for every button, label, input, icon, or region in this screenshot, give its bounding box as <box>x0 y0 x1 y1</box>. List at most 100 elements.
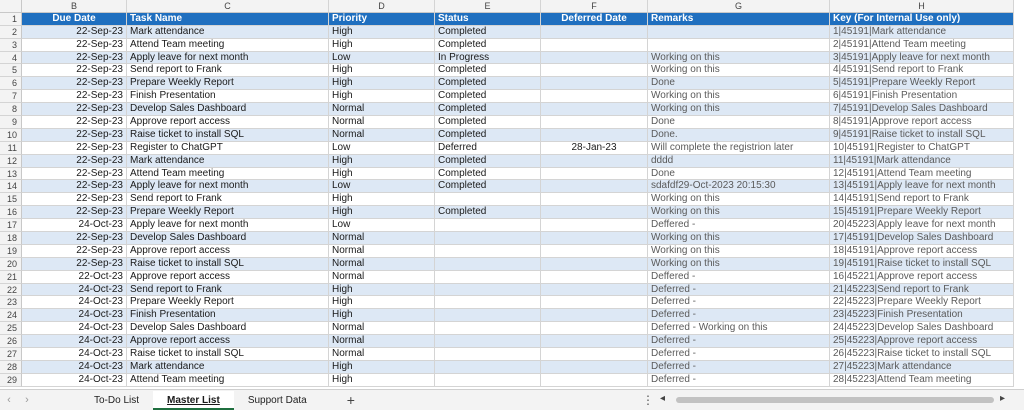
cell-status[interactable] <box>435 219 541 233</box>
cell-due-date[interactable]: 24-Oct-23 <box>22 283 127 297</box>
cell-key[interactable]: 1|45191|Mark attendance <box>830 25 1014 39</box>
cell-deferred-date[interactable] <box>541 219 648 233</box>
cell-remarks[interactable]: Working on this <box>648 103 830 117</box>
row-number[interactable]: 23 <box>0 296 22 310</box>
cell-status[interactable]: Completed <box>435 206 541 220</box>
cell-deferred-date[interactable] <box>541 193 648 207</box>
cell-key[interactable]: 2|45191|Attend Team meeting <box>830 38 1014 52</box>
cell-status[interactable]: Completed <box>435 167 541 181</box>
row-number[interactable]: 25 <box>0 322 22 336</box>
cell-remarks[interactable]: Done <box>648 167 830 181</box>
row-number[interactable]: 6 <box>0 77 22 91</box>
chevron-left-icon[interactable]: ‹ <box>0 394 18 406</box>
row-number[interactable]: 29 <box>0 373 22 387</box>
tab-to-do-list[interactable]: To-Do List <box>80 391 153 410</box>
cell-priority[interactable]: Normal <box>329 103 435 117</box>
cell-task-name[interactable]: Raise ticket to install SQL <box>127 128 329 142</box>
cell-deferred-date[interactable] <box>541 167 648 181</box>
column-header-g[interactable]: G <box>648 0 830 13</box>
cell-key[interactable]: 22|45223|Prepare Weekly Report <box>830 296 1014 310</box>
cell-task-name[interactable]: Finish Presentation <box>127 90 329 104</box>
cell-remarks[interactable]: Deferred - <box>648 309 830 323</box>
cell-deferred-date[interactable] <box>541 360 648 374</box>
cell-task-name[interactable]: Attend Team meeting <box>127 373 329 387</box>
cell-remarks[interactable]: Done <box>648 116 830 129</box>
cell-remarks[interactable]: Done <box>648 77 830 91</box>
cell-remarks[interactable]: Deferred - <box>648 360 830 374</box>
cell-status[interactable]: Completed <box>435 90 541 104</box>
row-number[interactable]: 16 <box>0 206 22 220</box>
cell-status[interactable] <box>435 283 541 297</box>
row-number[interactable]: 15 <box>0 193 22 207</box>
row-number[interactable]: 21 <box>0 270 22 284</box>
cell-deferred-date[interactable]: 28-Jan-23 <box>541 141 648 155</box>
cell-priority[interactable]: Low <box>329 219 435 233</box>
cell-remarks[interactable]: Working on this <box>648 51 830 65</box>
cell-priority[interactable]: High <box>329 296 435 310</box>
cell-due-date[interactable]: 22-Sep-23 <box>22 90 127 104</box>
cell-deferred-date[interactable] <box>541 51 648 65</box>
cell-key[interactable]: 16|45221|Approve report access <box>830 270 1014 284</box>
header-task-name[interactable]: Task Name <box>127 12 329 26</box>
cell-deferred-date[interactable] <box>541 283 648 297</box>
cell-remarks[interactable]: Working on this <box>648 257 830 271</box>
cell-remarks[interactable]: Deffered - <box>648 270 830 284</box>
cell-due-date[interactable]: 22-Oct-23 <box>22 270 127 284</box>
cell-key[interactable]: 11|45191|Mark attendance <box>830 154 1014 168</box>
cell-task-name[interactable]: Apply leave for next month <box>127 219 329 233</box>
cell-key[interactable]: 26|45223|Raise ticket to install SQL <box>830 348 1014 361</box>
cell-status[interactable] <box>435 193 541 207</box>
row-number[interactable]: 13 <box>0 167 22 181</box>
cell-task-name[interactable]: Register to ChatGPT <box>127 141 329 155</box>
cell-key[interactable]: 18|45191|Approve report access <box>830 244 1014 258</box>
scroll-right-icon[interactable]: ▸ <box>1000 393 1005 404</box>
row-number[interactable]: 17 <box>0 219 22 233</box>
cell-task-name[interactable]: Develop Sales Dashboard <box>127 322 329 336</box>
cell-task-name[interactable]: Prepare Weekly Report <box>127 296 329 310</box>
column-header-f[interactable]: F <box>541 0 648 13</box>
row-number[interactable]: 3 <box>0 38 22 52</box>
cell-priority[interactable]: Low <box>329 51 435 65</box>
cell-status[interactable] <box>435 270 541 284</box>
cell-status[interactable]: Completed <box>435 128 541 142</box>
row-number[interactable]: 27 <box>0 348 22 361</box>
tab-support-data[interactable]: Support Data <box>234 391 321 410</box>
cell-task-name[interactable]: Develop Sales Dashboard <box>127 232 329 245</box>
row-number[interactable]: 11 <box>0 141 22 155</box>
cell-due-date[interactable]: 22-Sep-23 <box>22 244 127 258</box>
cell-status[interactable] <box>435 360 541 374</box>
cell-deferred-date[interactable] <box>541 77 648 91</box>
cell-priority[interactable]: High <box>329 309 435 323</box>
cell-remarks[interactable]: Working on this <box>648 244 830 258</box>
cell-task-name[interactable]: Mark attendance <box>127 360 329 374</box>
cell-due-date[interactable]: 22-Sep-23 <box>22 154 127 168</box>
tab-master-list[interactable]: Master List <box>153 390 234 410</box>
row-number[interactable]: 19 <box>0 244 22 258</box>
cell-due-date[interactable]: 22-Sep-23 <box>22 128 127 142</box>
cell-due-date[interactable]: 22-Sep-23 <box>22 141 127 155</box>
header-due-date[interactable]: Due Date <box>22 12 127 26</box>
cell-deferred-date[interactable] <box>541 322 648 336</box>
cell-key[interactable]: 23|45223|Finish Presentation <box>830 309 1014 323</box>
cell-key[interactable]: 7|45191|Develop Sales Dashboard <box>830 103 1014 117</box>
cell-deferred-date[interactable] <box>541 206 648 220</box>
cell-key[interactable]: 17|45191|Develop Sales Dashboard <box>830 232 1014 245</box>
column-header-d[interactable]: D <box>329 0 435 13</box>
cell-status[interactable]: Completed <box>435 180 541 194</box>
cell-due-date[interactable]: 24-Oct-23 <box>22 309 127 323</box>
cell-priority[interactable]: High <box>329 154 435 168</box>
cell-status[interactable]: Deferred <box>435 141 541 155</box>
cell-key[interactable]: 27|45223|Mark attendance <box>830 360 1014 374</box>
cell-priority[interactable]: Normal <box>329 128 435 142</box>
cell-priority[interactable]: Normal <box>329 335 435 349</box>
row-number[interactable]: 5 <box>0 64 22 78</box>
cell-remarks[interactable]: Deferred - <box>648 283 830 297</box>
row-number[interactable]: 1 <box>0 12 22 26</box>
cell-task-name[interactable]: Mark attendance <box>127 25 329 39</box>
cell-status[interactable] <box>435 244 541 258</box>
cell-due-date[interactable]: 22-Sep-23 <box>22 167 127 181</box>
cell-key[interactable]: 4|45191|Send report to Frank <box>830 64 1014 78</box>
row-number[interactable]: 26 <box>0 335 22 349</box>
select-all-corner[interactable] <box>0 0 22 13</box>
cell-status[interactable] <box>435 309 541 323</box>
